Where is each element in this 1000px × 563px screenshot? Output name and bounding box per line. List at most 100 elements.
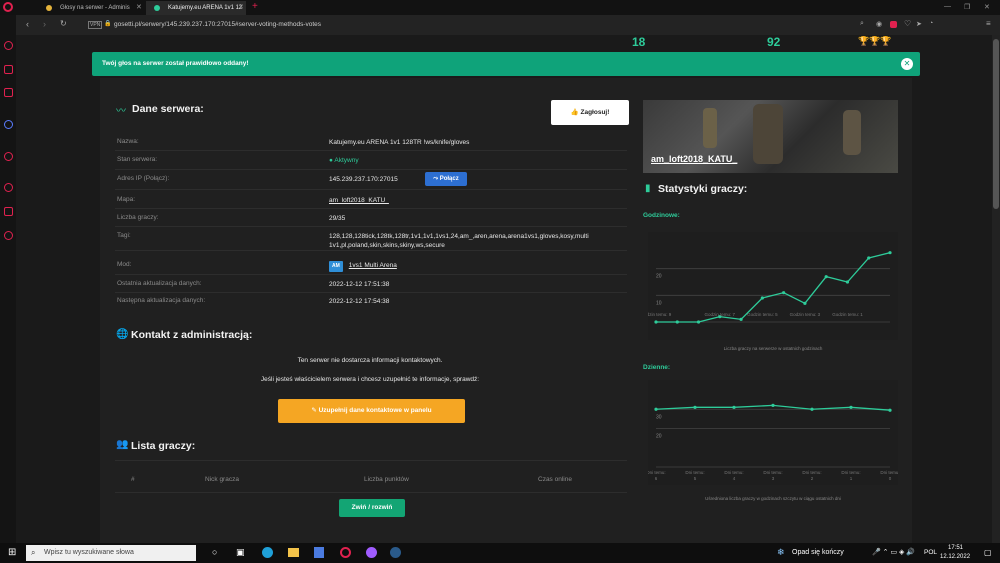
steam-icon[interactable] bbox=[390, 547, 401, 558]
messenger-taskbar-icon[interactable] bbox=[366, 547, 377, 558]
widgets-icon[interactable]: ▣ bbox=[236, 547, 245, 558]
server-row-text: 128,128,128tick,128tk,128tr,1v1,1v1,1vs1… bbox=[329, 233, 589, 249]
clock-date[interactable]: 12.12.2022 bbox=[940, 554, 970, 560]
contact-owner-line: Jeśli jesteś właścicielem serwera i chce… bbox=[260, 376, 480, 383]
search-icon[interactable]: ⌕ bbox=[860, 20, 864, 28]
extensions-icon[interactable] bbox=[4, 207, 13, 216]
row-divider bbox=[115, 150, 627, 151]
close-icon[interactable]: ✕ bbox=[238, 3, 244, 11]
server-row-value: Katujemy.eu ARENA 1v1 128TR !ws/knife/gl… bbox=[329, 138, 609, 147]
data-point[interactable] bbox=[696, 320, 701, 324]
data-point[interactable] bbox=[888, 251, 892, 255]
x-tick-label: Dni temu: 6 bbox=[648, 470, 666, 481]
data-point[interactable] bbox=[771, 403, 775, 407]
scrollbar[interactable] bbox=[992, 35, 1000, 543]
minimize-icon[interactable]: — bbox=[944, 3, 951, 10]
vote-button[interactable]: 👍 Zagłosuj! bbox=[551, 100, 629, 125]
forward-icon[interactable]: › bbox=[43, 19, 46, 29]
tab-server[interactable]: Katujemy.eu ARENA 1v1 12 bbox=[146, 1, 246, 15]
alert-close-button[interactable]: ✕ bbox=[901, 58, 913, 70]
reload-icon[interactable]: ↻ bbox=[60, 19, 67, 28]
daily-label: Dzienne: bbox=[643, 364, 671, 371]
daily-caption: Uśredniona liczba graczy w godzinach szc… bbox=[705, 496, 841, 501]
menu-icon[interactable]: ≡ bbox=[986, 19, 991, 28]
connect-button[interactable]: ⤳ Połącz bbox=[425, 172, 467, 186]
language-indicator[interactable]: POL bbox=[924, 549, 937, 556]
store-icon[interactable] bbox=[314, 547, 324, 558]
shopping-icon[interactable] bbox=[4, 65, 13, 74]
close-icon[interactable]: ✕ bbox=[136, 3, 142, 11]
fill-contact-button[interactable]: ✎ Uzupełnij dane kontaktowe w panelu bbox=[278, 399, 465, 423]
camera-icon[interactable]: ◉ bbox=[876, 20, 882, 28]
notifications-icon[interactable]: ▢ bbox=[984, 548, 992, 557]
server-row-value[interactable]: am_loft2018_KATU_ bbox=[329, 196, 609, 205]
data-point[interactable] bbox=[810, 407, 814, 411]
data-point[interactable] bbox=[693, 405, 697, 409]
top-stat-b: 92 bbox=[767, 35, 781, 49]
player-icon[interactable] bbox=[4, 152, 13, 161]
warning-favicon-icon bbox=[46, 5, 52, 11]
profile-icon[interactable]: ◔ bbox=[929, 20, 933, 27]
server-row-text: 2022-12-12 17:54:38 bbox=[329, 298, 390, 305]
clock-time[interactable]: 17:51 bbox=[948, 545, 963, 551]
opera-logo-icon[interactable] bbox=[3, 2, 13, 12]
x-tick-label: Dni temu: 1 bbox=[841, 470, 860, 481]
maximize-icon[interactable]: ❐ bbox=[964, 3, 970, 11]
speed-dial-icon[interactable] bbox=[4, 41, 13, 50]
server-row-value[interactable]: AM 1vs1 Multi Arena bbox=[329, 261, 609, 272]
y-tick-label: 30 bbox=[656, 414, 662, 420]
data-point[interactable] bbox=[888, 408, 892, 412]
twitch-icon[interactable] bbox=[4, 88, 13, 97]
data-point[interactable] bbox=[732, 405, 736, 409]
data-point[interactable] bbox=[654, 320, 658, 324]
opera-taskbar-icon[interactable] bbox=[340, 547, 351, 558]
server-row-text: 29/35 bbox=[329, 215, 346, 222]
row-divider bbox=[115, 189, 627, 190]
taskbar-search-input[interactable]: ⌕ Wpisz tu wyszukiwane słowa bbox=[26, 545, 196, 561]
edge-icon[interactable] bbox=[262, 547, 273, 558]
url-input[interactable]: gosetti.pl/serwery/145.239.237.170:27015… bbox=[114, 18, 874, 32]
weather-text[interactable]: Opad się kończy bbox=[792, 549, 844, 556]
row-divider bbox=[115, 274, 627, 275]
send-icon[interactable]: ➤ bbox=[916, 20, 922, 28]
x-tick-label: Godzin temu: 3 bbox=[790, 312, 821, 317]
data-point[interactable] bbox=[824, 275, 828, 279]
new-tab-icon[interactable]: + bbox=[252, 1, 258, 12]
data-point[interactable] bbox=[739, 317, 743, 321]
data-point[interactable] bbox=[803, 301, 807, 305]
players-section-title: Lista graczy: bbox=[131, 440, 196, 452]
toggle-players-button[interactable]: Zwiń / rozwiń bbox=[339, 499, 405, 517]
edit-icon: ✎ bbox=[311, 407, 317, 414]
col-index: # bbox=[131, 476, 135, 483]
window-close-icon[interactable]: ✕ bbox=[984, 3, 990, 11]
back-icon[interactable]: ‹ bbox=[26, 19, 29, 29]
tab-votes[interactable]: Głosy na serwer - Adminis bbox=[38, 1, 144, 15]
windows-taskbar: ⊞ ⌕ Wpisz tu wyszukiwane słowa ○ ▣ ❄ Opa… bbox=[0, 543, 1000, 563]
data-point[interactable] bbox=[760, 296, 764, 300]
heart-icon[interactable]: ♡ bbox=[904, 19, 911, 28]
trophy-icon: 🏆🏆🏆 bbox=[858, 36, 892, 46]
row-divider bbox=[115, 208, 627, 209]
map-name[interactable]: am_loft2018_KATU_ bbox=[651, 154, 737, 164]
tray-icons[interactable]: 🎤 ⌃ ▭ ◈ 🔊 bbox=[872, 548, 915, 556]
vpn-badge[interactable]: VPN bbox=[88, 21, 103, 29]
settings-icon[interactable] bbox=[4, 231, 13, 240]
data-point[interactable] bbox=[849, 405, 853, 409]
messenger-icon[interactable] bbox=[4, 120, 13, 129]
server-row-text: 2022-12-12 17:51:38 bbox=[329, 281, 390, 288]
data-point[interactable] bbox=[654, 407, 658, 411]
task-view-icon[interactable]: ○ bbox=[212, 547, 217, 557]
data-point[interactable] bbox=[675, 320, 679, 324]
server-row-value: 145.239.237.170:27015 bbox=[329, 175, 609, 184]
hourly-caption: Liczba graczy na serwerze w ostatnich go… bbox=[723, 346, 823, 351]
history-icon[interactable] bbox=[4, 183, 13, 192]
adblock-icon[interactable] bbox=[890, 21, 897, 28]
data-point[interactable] bbox=[867, 256, 871, 260]
search-icon: ⌕ bbox=[31, 548, 36, 557]
x-tick-label: Dni temu: 0 bbox=[880, 470, 898, 481]
data-point[interactable] bbox=[845, 280, 850, 284]
x-tick-label: Godzin temu: 9 bbox=[648, 312, 672, 317]
folder-icon[interactable] bbox=[288, 548, 299, 557]
data-point[interactable] bbox=[782, 291, 786, 295]
windows-start-icon[interactable]: ⊞ bbox=[8, 547, 16, 558]
